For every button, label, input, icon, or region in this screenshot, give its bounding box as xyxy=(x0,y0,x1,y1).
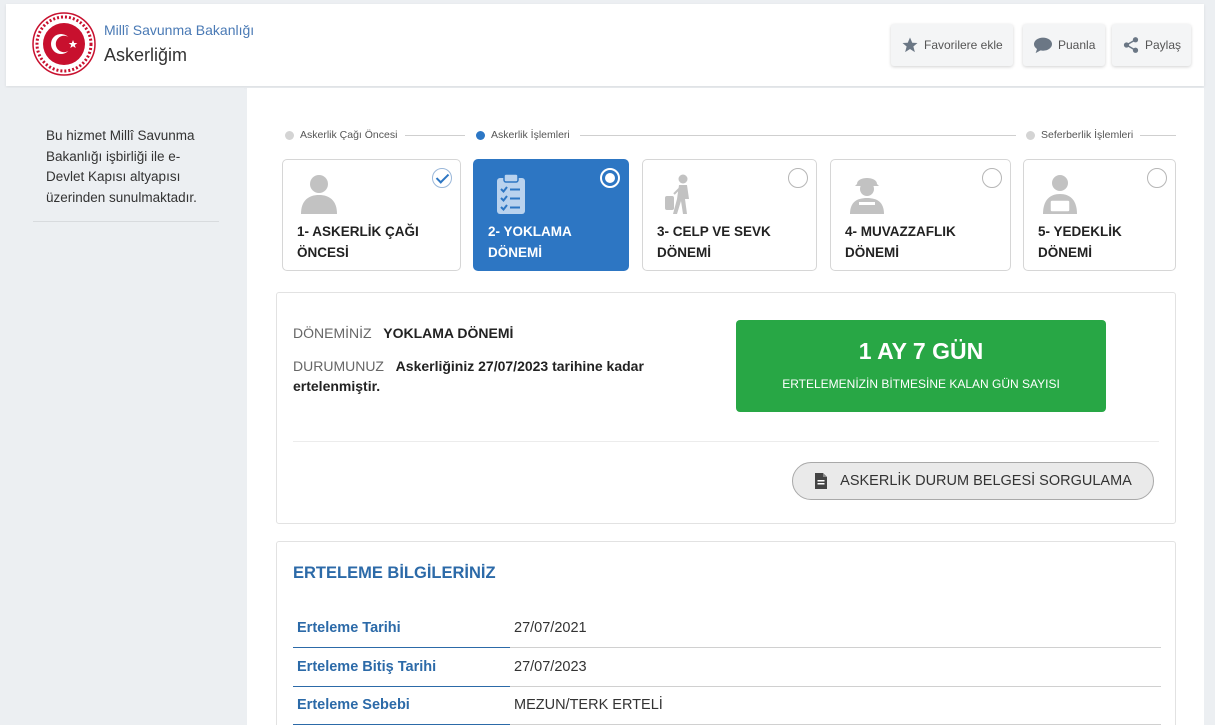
stage-dot xyxy=(1026,130,1035,140)
remaining-time: 1 AY 7 GÜN xyxy=(858,338,984,364)
row-label: Erteleme Bitiş Tarihi xyxy=(293,649,510,687)
row-value: MEZUN/TERK ERTELİ xyxy=(510,687,1161,725)
rate-button[interactable]: Puanla xyxy=(1023,24,1106,66)
soldier-icon xyxy=(850,178,884,214)
completed-check-icon xyxy=(432,168,452,188)
add-favorite-button[interactable]: Favorilere ekle xyxy=(891,24,1013,66)
app-title: Askerliğim xyxy=(104,45,188,65)
current-radio-icon xyxy=(600,168,620,188)
share-label: Paylaş xyxy=(1145,38,1182,52)
period-key: DÖNEMİNİZ xyxy=(293,325,372,341)
person-icon xyxy=(301,175,337,214)
traveler-icon xyxy=(665,174,689,214)
status-panel: DÖNEMİNİZ YOKLAMA DÖNEMİ DURUMUNUZ Asker… xyxy=(276,292,1176,524)
military-status-document-button[interactable]: ASKERLİK DURUM BELGESİ SORGULAMA xyxy=(792,462,1154,500)
stage-connector xyxy=(1140,135,1176,136)
state-info: DURUMUNUZ Askerliğiniz 27/07/2023 tarihi… xyxy=(293,356,644,396)
deferral-title: ERTELEME BİLGİLERİNİZ xyxy=(293,564,496,582)
service-info-text: Bu hizmet Millî Savunma Bakanlığı işbirl… xyxy=(46,128,197,205)
period-card-label: 5- YEDEKLİK DÖNEMİ xyxy=(1038,224,1122,260)
stage-dot-active xyxy=(476,130,485,140)
share-button[interactable]: Paylaş xyxy=(1112,24,1192,66)
pending-radio-icon xyxy=(1147,168,1167,188)
period-card-pre-military-age[interactable]: 1- ASKERLİK ÇAĞI ÖNCESİ xyxy=(282,159,461,271)
star-icon xyxy=(902,37,918,53)
remaining-time-caption: ERTELEMENİZİN BİTMESİNE KALAN GÜN SAYISI xyxy=(782,377,1060,391)
pending-radio-icon xyxy=(982,168,1002,188)
document-button-label: ASKERLİK DURUM BELGESİ SORGULAMA xyxy=(840,473,1132,489)
deferral-panel: ERTELEME BİLGİLERİNİZ Erteleme Tarihi 27… xyxy=(276,541,1176,725)
panel-divider xyxy=(293,441,1159,442)
org-name[interactable]: Millî Savunma Bakanlığı xyxy=(104,22,254,38)
clipboard-icon xyxy=(497,173,525,214)
period-card-reserve[interactable]: 5- YEDEKLİK DÖNEMİ xyxy=(1023,159,1176,271)
add-favorite-label: Favorilere ekle xyxy=(924,38,1003,52)
state-key: DURUMUNUZ xyxy=(293,358,384,374)
remaining-time-box: 1 AY 7 GÜN ERTELEMENİZİN BİTMESİNE KALAN… xyxy=(736,320,1106,412)
pending-radio-icon xyxy=(788,168,808,188)
rate-label: Puanla xyxy=(1058,38,1096,52)
reservist-icon xyxy=(1043,175,1077,214)
period-card-label: 3- CELP VE SEVK DÖNEMİ xyxy=(657,224,771,260)
period-card-label: 2- YOKLAMA DÖNEMİ xyxy=(488,224,572,260)
table-row: Erteleme Bitiş Tarihi 27/07/2023 xyxy=(293,649,1161,687)
state-value-line2: ertelenmiştir. xyxy=(293,378,381,394)
table-row: Erteleme Tarihi 27/07/2021 xyxy=(293,610,1161,648)
row-label: Erteleme Sebebi xyxy=(293,687,510,725)
page-header: Millî Savunma Bakanlığı Askerliğim Favor… xyxy=(6,4,1204,86)
row-value: 27/07/2023 xyxy=(510,649,1161,687)
msb-logo-icon[interactable] xyxy=(32,12,96,76)
stage-label: Askerlik İşlemleri xyxy=(491,129,570,141)
period-card-label: 4- MUVAZZAFLIK DÖNEMİ xyxy=(845,224,956,260)
state-value-line1: Askerliğiniz 27/07/2023 tarihine kadar xyxy=(395,358,644,374)
stage-pre-military[interactable]: Askerlik Çağı Öncesi xyxy=(285,128,397,142)
stage-mobilization[interactable]: Seferberlik İşlemleri xyxy=(1026,128,1133,142)
document-icon xyxy=(815,473,828,489)
share-icon xyxy=(1123,37,1139,53)
period-card-call-and-dispatch[interactable]: 3- CELP VE SEVK DÖNEMİ xyxy=(642,159,817,271)
stage-military-operations[interactable]: Askerlik İşlemleri xyxy=(476,128,570,142)
stage-connector xyxy=(405,135,465,136)
period-card-active-service[interactable]: 4- MUVAZZAFLIK DÖNEMİ xyxy=(830,159,1011,271)
period-info: DÖNEMİNİZ YOKLAMA DÖNEMİ xyxy=(293,325,513,341)
speech-bubble-icon xyxy=(1034,37,1052,54)
row-label: Erteleme Tarihi xyxy=(293,610,510,648)
stage-label: Seferberlik İşlemleri xyxy=(1041,129,1134,141)
main-content: Askerlik Çağı Öncesi Askerlik İşlemleri … xyxy=(247,88,1204,725)
stage-dot xyxy=(285,130,294,140)
stage-label: Askerlik Çağı Öncesi xyxy=(300,129,398,141)
row-value: 27/07/2021 xyxy=(510,610,1161,648)
stage-connector xyxy=(580,135,1016,136)
table-row: Erteleme Sebebi MEZUN/TERK ERTELİ xyxy=(293,687,1161,725)
period-card-label: 1- ASKERLİK ÇAĞI ÖNCESİ xyxy=(297,224,419,260)
period-value: YOKLAMA DÖNEMİ xyxy=(383,325,514,341)
sidebar: Bu hizmet Millî Savunma Bakanlığı işbirl… xyxy=(6,88,244,725)
sidebar-divider xyxy=(33,221,219,222)
period-card-inspection[interactable]: 2- YOKLAMA DÖNEMİ xyxy=(473,159,629,271)
